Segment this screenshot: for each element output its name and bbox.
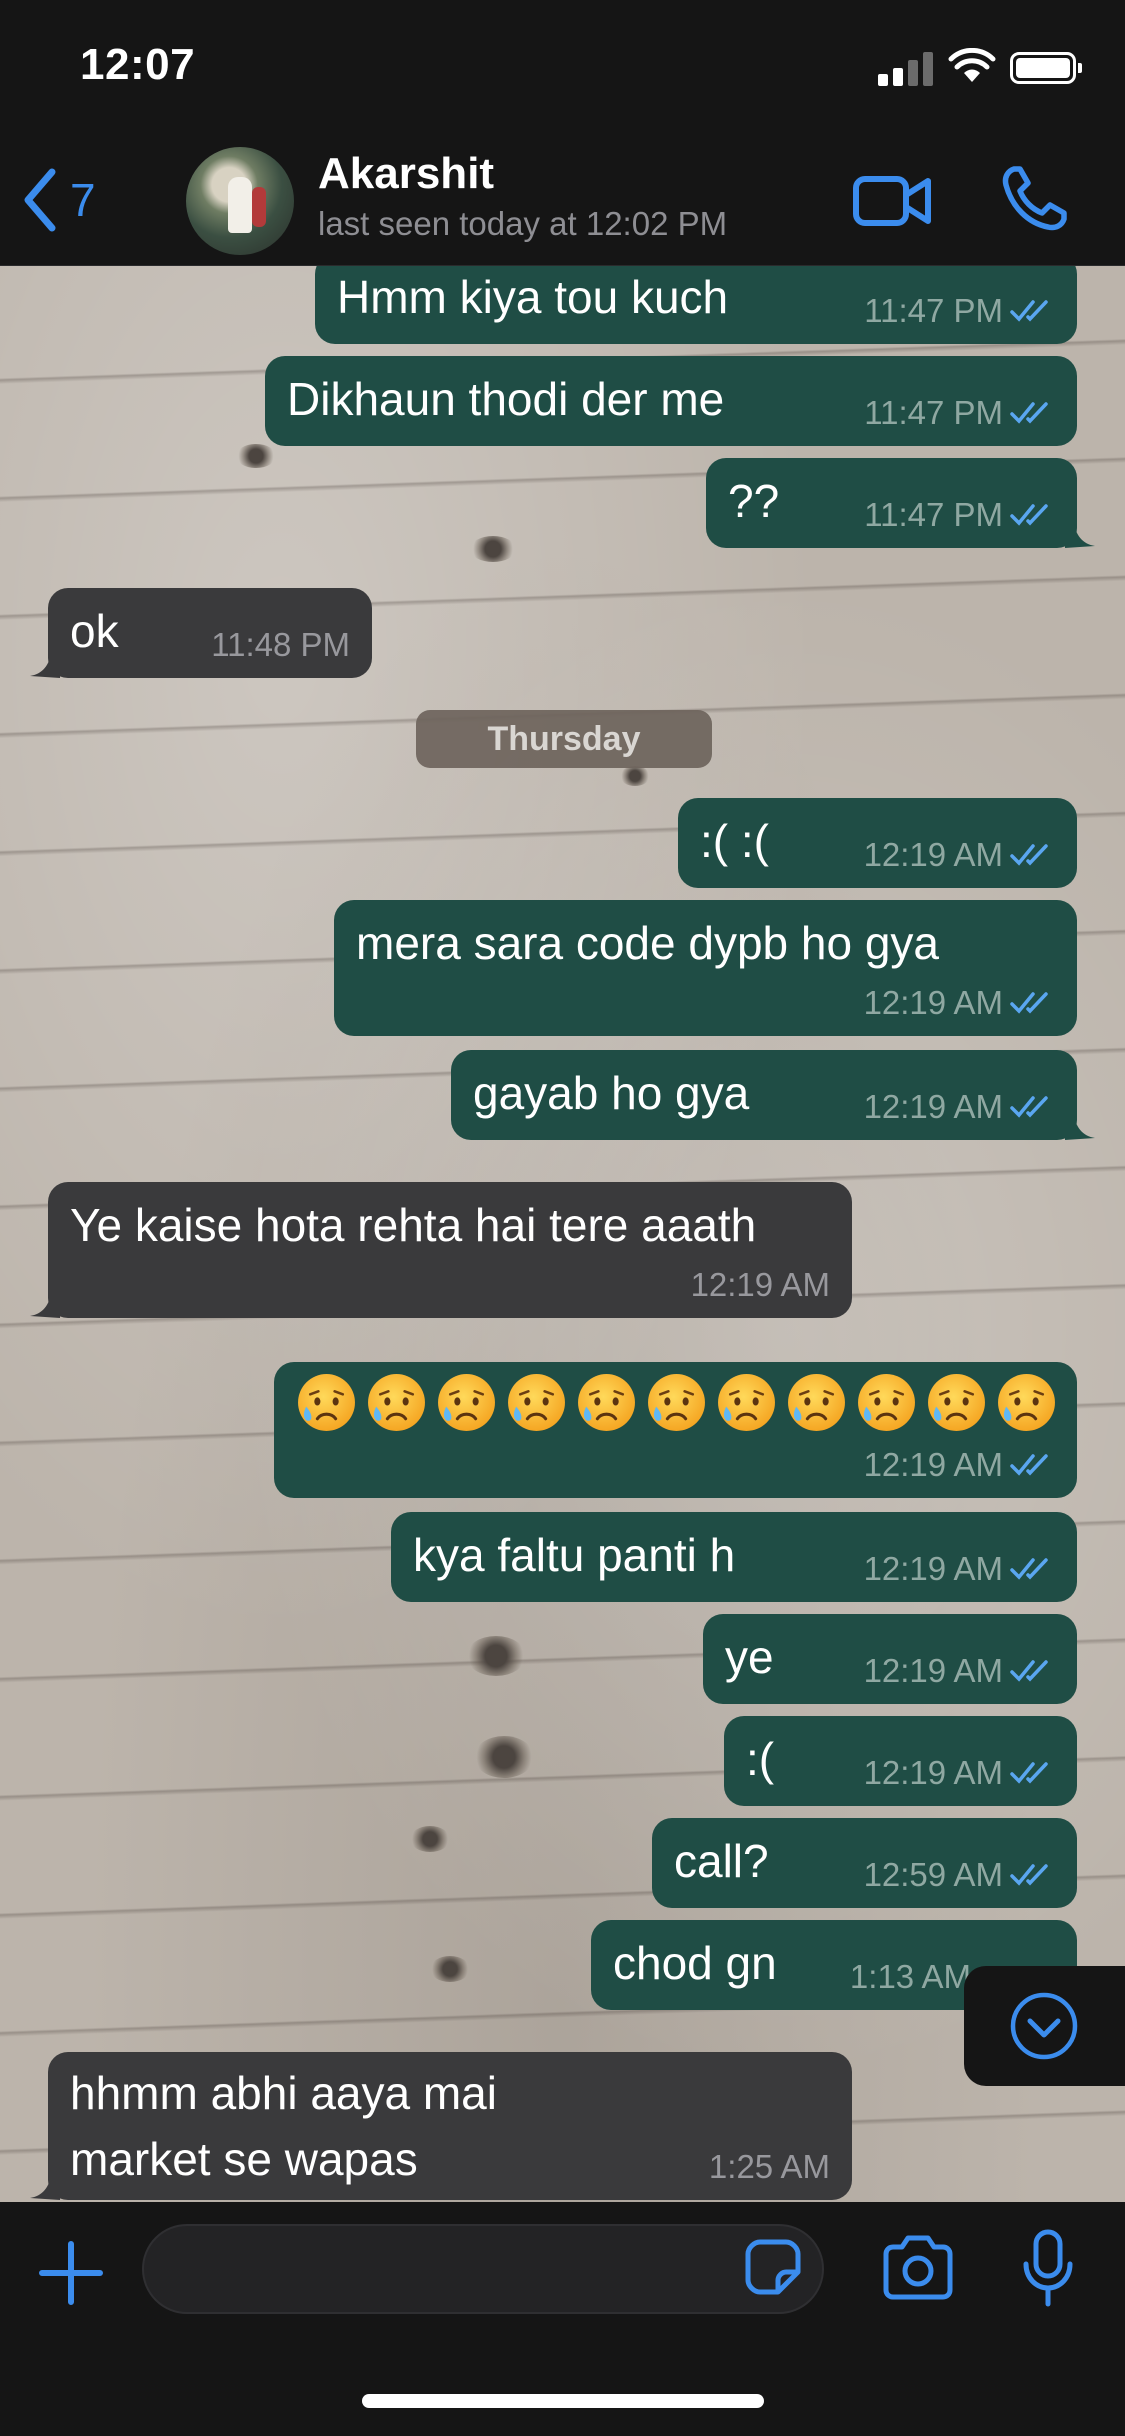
message-text: Ye kaise hota rehta hai tere aaath (70, 1199, 757, 1251)
double-check-icon (1010, 1864, 1048, 1886)
message-time: 11:47 PM (864, 394, 1003, 431)
double-check-icon (1010, 402, 1048, 424)
message-time: 12:19 AM (863, 1550, 1003, 1587)
message-text: ?? (728, 475, 780, 527)
message-bubble-outgoing[interactable]: :( 12:19 AM (724, 1716, 1077, 1806)
double-check-icon (1010, 992, 1048, 1014)
status-bar: 12:07 (0, 0, 1125, 135)
message-bubble-outgoing[interactable]: mera sara code dypb ho gya 12:19 AM (334, 900, 1077, 1036)
sad-but-relieved-face-icon (858, 1374, 915, 1431)
camera-icon[interactable] (880, 2232, 956, 2302)
message-text: kya faltu panti h (413, 1529, 736, 1581)
message-time: 12:19 AM (863, 1652, 1003, 1689)
double-check-icon (1010, 1660, 1048, 1682)
sad-but-relieved-face-icon (438, 1374, 495, 1431)
sad-but-relieved-face-icon (368, 1374, 425, 1431)
message-bubble-outgoing[interactable]: Dikhaun thodi der me 11:47 PM (265, 356, 1077, 446)
microphone-icon[interactable] (1020, 2228, 1076, 2308)
contact-name[interactable]: Akarshit (318, 149, 494, 199)
message-bubble-outgoing[interactable]: Hmm kiya tou kuch 11:47 PM (315, 266, 1077, 344)
message-text: :( (746, 1733, 775, 1785)
double-check-icon (1010, 504, 1048, 526)
message-time: 11:47 PM (864, 496, 1003, 533)
message-bubble-outgoing[interactable]: :( :( 12:19 AM (678, 798, 1077, 888)
message-bubble-outgoing[interactable]: ?? 11:47 PM (706, 458, 1095, 548)
message-time: 11:48 PM (211, 626, 350, 663)
message-bubble-incoming[interactable]: Ye kaise hota rehta hai tere aaath 12:19… (30, 1182, 852, 1318)
message-time: 12:19 AM (863, 1088, 1003, 1125)
message-text: :( :( (700, 815, 769, 867)
message-bubble-outgoing[interactable]: kya faltu panti h 12:19 AM (391, 1512, 1077, 1602)
sad-but-relieved-face-icon (928, 1374, 985, 1431)
back-button[interactable]: 7 (22, 165, 96, 235)
status-time: 12:07 (80, 40, 196, 89)
double-check-icon (1010, 1096, 1048, 1118)
message-time: 1:25 AM (708, 2148, 830, 2185)
battery-icon (1010, 52, 1082, 84)
chat-header: 7 Akarshit last seen today at 12:02 PM (0, 135, 1125, 266)
message-bubble-outgoing[interactable]: ye 12:19 AM (703, 1614, 1077, 1704)
avatar[interactable] (186, 147, 294, 255)
scroll-to-bottom-button[interactable] (964, 1966, 1125, 2086)
sad-but-relieved-face-icon (788, 1374, 845, 1431)
message-time: 12:19 AM (863, 1754, 1003, 1791)
double-check-icon (1010, 844, 1048, 866)
message-time: 12:19 AM (863, 984, 1003, 1021)
unread-count: 7 (70, 174, 96, 226)
chevron-down-circle-icon (1010, 1992, 1078, 2060)
message-time: 1:13 AM (849, 1958, 971, 1995)
message-text: hhmm abhi aaya mai market se wapas (70, 2067, 497, 2185)
double-check-icon (1010, 1558, 1048, 1580)
sad-but-relieved-face-icon (998, 1374, 1055, 1431)
chat-thread[interactable]: Hmm kiya tou kuch 11:47 PM Dikhaun thodi… (0, 266, 1125, 2202)
message-text: ye (725, 1631, 774, 1683)
message-time: 11:47 PM (864, 292, 1003, 329)
message-bubble-outgoing[interactable]: 12:19 AM (274, 1362, 1077, 1498)
message-text-field[interactable] (174, 2240, 738, 2298)
phone-icon[interactable] (1000, 163, 1070, 233)
message-input[interactable] (142, 2224, 824, 2314)
message-text: ok (70, 605, 119, 657)
composer-bar (0, 2202, 1125, 2436)
sad-but-relieved-face-icon (648, 1374, 705, 1431)
message-text: mera sara code dypb ho gya (356, 917, 940, 969)
message-bubble-incoming[interactable]: hhmm abhi aaya mai market se wapas 1:25 … (30, 2052, 852, 2200)
wifi-icon (948, 48, 996, 82)
message-text: Hmm kiya tou kuch (337, 271, 729, 323)
sad-but-relieved-face-icon (718, 1374, 775, 1431)
video-call-icon[interactable] (852, 167, 932, 235)
signal-icon (878, 50, 934, 86)
sad-but-relieved-face-icon (298, 1374, 355, 1431)
home-indicator (362, 2394, 764, 2408)
date-separator: Thursday (416, 710, 712, 768)
message-time: 12:59 AM (863, 1856, 1003, 1893)
double-check-icon (1010, 1762, 1048, 1784)
message-time: 12:19 AM (690, 1266, 830, 1303)
last-seen-status: last seen today at 12:02 PM (318, 205, 728, 242)
message-bubble-incoming[interactable]: ok 11:48 PM (30, 588, 372, 678)
message-bubble-outgoing[interactable]: call? 12:59 AM (652, 1818, 1077, 1908)
plus-icon[interactable] (36, 2238, 106, 2308)
sad-but-relieved-face-icon (508, 1374, 565, 1431)
sticker-icon[interactable] (744, 2238, 802, 2296)
message-time: 12:19 AM (863, 836, 1003, 873)
message-text: chod gn (613, 1937, 777, 1989)
chevron-left-icon (24, 168, 56, 232)
message-text: call? (674, 1835, 769, 1887)
sad-but-relieved-face-icon (578, 1374, 635, 1431)
message-text: gayab ho gya (473, 1067, 750, 1119)
double-check-icon (1010, 300, 1048, 322)
message-time: 12:19 AM (863, 1446, 1003, 1483)
message-bubble-outgoing[interactable]: gayab ho gya 12:19 AM (451, 1050, 1095, 1140)
emoji-row (296, 1372, 1057, 1433)
message-text: Dikhaun thodi der me (287, 373, 725, 425)
double-check-icon (1010, 1454, 1048, 1476)
